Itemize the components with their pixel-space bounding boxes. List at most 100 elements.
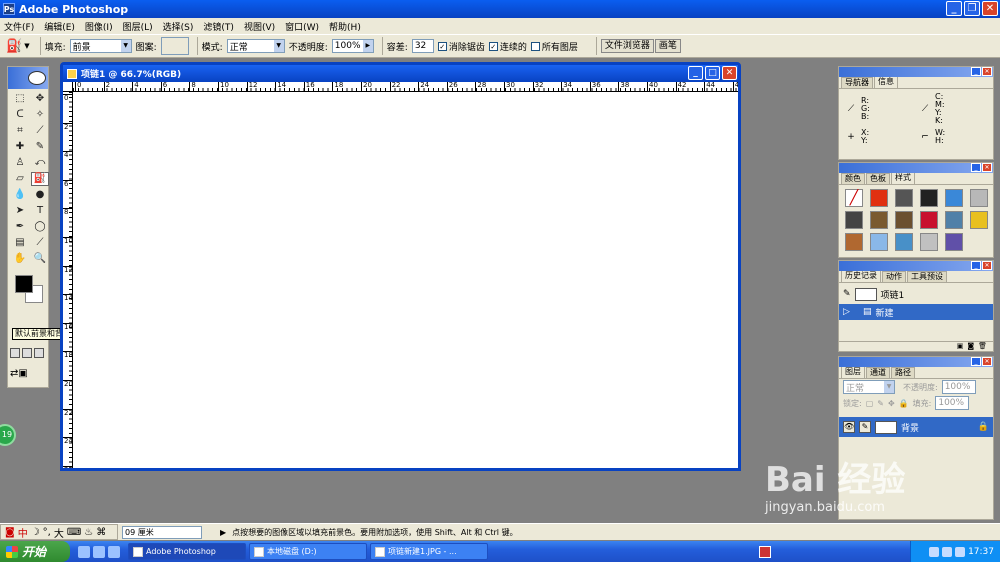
close-button[interactable]: ✕ — [982, 1, 998, 16]
dodge-tool-icon[interactable]: ● — [31, 188, 49, 202]
vertical-ruler[interactable]: 02468101214161820222426 — [63, 92, 73, 468]
brush-icon[interactable]: ✎ — [859, 421, 871, 433]
all-layers-checkbox[interactable] — [530, 41, 540, 51]
opacity-field[interactable]: 100% ▶ — [331, 39, 374, 53]
minimize-button[interactable]: _ — [946, 1, 962, 16]
status-size-field[interactable]: 09 厘米 — [122, 525, 202, 539]
style-swatch[interactable] — [895, 211, 913, 229]
marquee-tool-icon[interactable]: ⬚ — [11, 92, 29, 106]
pen-tool-icon[interactable]: ✒ — [11, 220, 29, 234]
panel-header[interactable]: _ ✕ — [839, 261, 993, 271]
canvas[interactable]: 0 2 4 6 8 10 12 14 16 18 20 22 24 26 28 30 32 34 36 38 40 42 4… — [63, 82, 738, 468]
task-local-disk[interactable]: 本地磁盘 (D:) — [249, 543, 367, 560]
keyboard-icon[interactable]: ⌨ — [67, 527, 81, 538]
pattern-picker[interactable] — [160, 37, 189, 55]
panel-minimize-button[interactable]: _ — [971, 163, 981, 172]
style-swatch[interactable] — [895, 189, 913, 207]
doc-close-button[interactable]: ✕ — [722, 66, 737, 80]
contiguous-checkbox[interactable]: ✓ — [488, 41, 498, 51]
eraser-tool-icon[interactable]: ▱ — [11, 172, 29, 186]
brushes-tab[interactable]: 画笔 — [654, 39, 681, 53]
input-tool-icon[interactable]: ⌘ — [96, 527, 106, 538]
media-icon[interactable] — [108, 545, 120, 558]
magic-wand-tool-icon[interactable]: ✧ — [31, 108, 49, 122]
history-snapshot[interactable]: ✎ 项链1 — [839, 286, 993, 302]
paint-bucket-icon[interactable]: ⛽ — [6, 39, 22, 54]
full-width-icon[interactable]: 大 — [54, 525, 64, 540]
punctuation-icon[interactable]: °, — [43, 527, 51, 538]
document-titlebar[interactable]: 项链1 @ 66.7%(RGB) _ □ ✕ — [63, 65, 738, 82]
trash-icon[interactable]: 🗑 — [978, 342, 987, 351]
horizontal-ruler[interactable]: 0 2 4 6 8 10 12 14 16 18 20 22 24 26 28 30 32 34 36 38 40 42 4… — [73, 82, 738, 92]
new-document-from-state-icon[interactable]: ▣ — [957, 342, 964, 351]
full-screen-menu-mode-icon[interactable] — [22, 348, 32, 358]
eye-logo-icon[interactable] — [28, 71, 46, 85]
panel-header[interactable]: _ ✕ — [839, 357, 993, 367]
history-brush-tool-icon[interactable]: ⤺ — [31, 156, 49, 170]
brush-tool-icon[interactable]: ✎ — [31, 140, 49, 154]
desktop-icon[interactable] — [93, 545, 105, 558]
style-swatch[interactable] — [970, 189, 988, 207]
panel-minimize-button[interactable]: _ — [971, 67, 981, 76]
style-swatch[interactable] — [870, 189, 888, 207]
menu-image[interactable]: 图像(I) — [85, 20, 113, 33]
slice-tool-icon[interactable]: ⟋ — [31, 124, 49, 138]
color-swatches[interactable] — [11, 271, 45, 311]
panel-close-button[interactable]: ✕ — [982, 67, 992, 76]
no-style-swatch[interactable]: ╱ — [845, 189, 863, 207]
eyedropper-tool-icon[interactable]: ⟋ — [31, 236, 49, 250]
style-swatch[interactable] — [945, 189, 963, 207]
style-swatch[interactable] — [870, 211, 888, 229]
jump-to-imageready-icon[interactable]: ⇄▣ — [10, 368, 46, 384]
lock-position-icon[interactable]: ✥ — [888, 399, 895, 408]
standard-screen-mode-icon[interactable] — [10, 348, 20, 358]
full-screen-mode-icon[interactable] — [34, 348, 44, 358]
style-swatch[interactable] — [970, 211, 988, 229]
menu-select[interactable]: 选择(S) — [163, 20, 194, 33]
style-swatch[interactable] — [945, 233, 963, 251]
doc-minimize-button[interactable]: _ — [688, 66, 703, 80]
menu-view[interactable]: 视图(V) — [244, 20, 275, 33]
style-swatch[interactable] — [920, 189, 938, 207]
ime-toolbar[interactable]: ◙ 中 ☽ °, 大 ⌨ ♨ ⌘ — [0, 524, 118, 540]
type-tool-icon[interactable]: T — [31, 204, 49, 218]
security-icon[interactable] — [955, 546, 966, 557]
ruler-origin[interactable] — [63, 82, 73, 92]
layer-fill-field[interactable]: 100% — [935, 396, 970, 410]
history-state[interactable]: ▷ ▤ 新建 — [839, 304, 993, 320]
tab-channels[interactable]: 通道 — [866, 367, 890, 378]
menu-edit[interactable]: 编辑(E) — [44, 20, 75, 33]
paint-bucket-tool-icon[interactable]: ⛽ — [31, 172, 49, 186]
panel-minimize-button[interactable]: _ — [971, 261, 981, 270]
lock-transparency-icon[interactable]: ▢ — [866, 399, 874, 408]
doc-maximize-button[interactable]: □ — [705, 66, 720, 80]
blend-mode-select[interactable]: 正常 ▼ — [843, 380, 895, 394]
network-icon[interactable] — [929, 546, 940, 557]
tab-color[interactable]: 颜色 — [841, 173, 865, 184]
panel-minimize-button[interactable]: _ — [971, 357, 981, 366]
menu-window[interactable]: 窗口(W) — [285, 20, 319, 33]
task-photoshop[interactable]: Adobe Photoshop — [128, 543, 246, 560]
start-button[interactable]: 开始 — [0, 541, 70, 562]
foreground-color-swatch[interactable] — [15, 275, 33, 293]
panel-close-button[interactable]: ✕ — [982, 261, 992, 270]
fill-select[interactable]: 前景 ▼ — [69, 39, 132, 53]
tab-swatches[interactable]: 色板 — [866, 173, 890, 184]
menu-help[interactable]: 帮助(H) — [329, 20, 361, 33]
tab-actions[interactable]: 动作 — [882, 271, 906, 282]
restore-button[interactable]: ❐ — [964, 1, 980, 16]
eye-icon[interactable]: 👁 — [843, 421, 855, 433]
play-icon[interactable]: ▶ — [220, 528, 226, 537]
file-browser-tab[interactable]: 文件浏览器 — [600, 39, 654, 53]
shape-tool-icon[interactable]: ◯ — [31, 220, 49, 234]
tab-layers[interactable]: 图层 — [841, 366, 865, 378]
panel-header[interactable]: _ ✕ — [839, 163, 993, 173]
ime-logo-icon[interactable]: ◙ — [5, 527, 15, 538]
menu-file[interactable]: 文件(F) — [4, 20, 34, 33]
tab-tool-presets[interactable]: 工具预设 — [907, 271, 947, 282]
new-snapshot-icon[interactable]: ◙ — [967, 342, 974, 351]
move-tool-icon[interactable]: ✥ — [31, 92, 49, 106]
mode-select[interactable]: 正常 ▼ — [226, 39, 285, 53]
panel-header[interactable]: _ ✕ — [839, 67, 993, 77]
antialias-checkbox[interactable]: ✓ — [437, 41, 447, 51]
